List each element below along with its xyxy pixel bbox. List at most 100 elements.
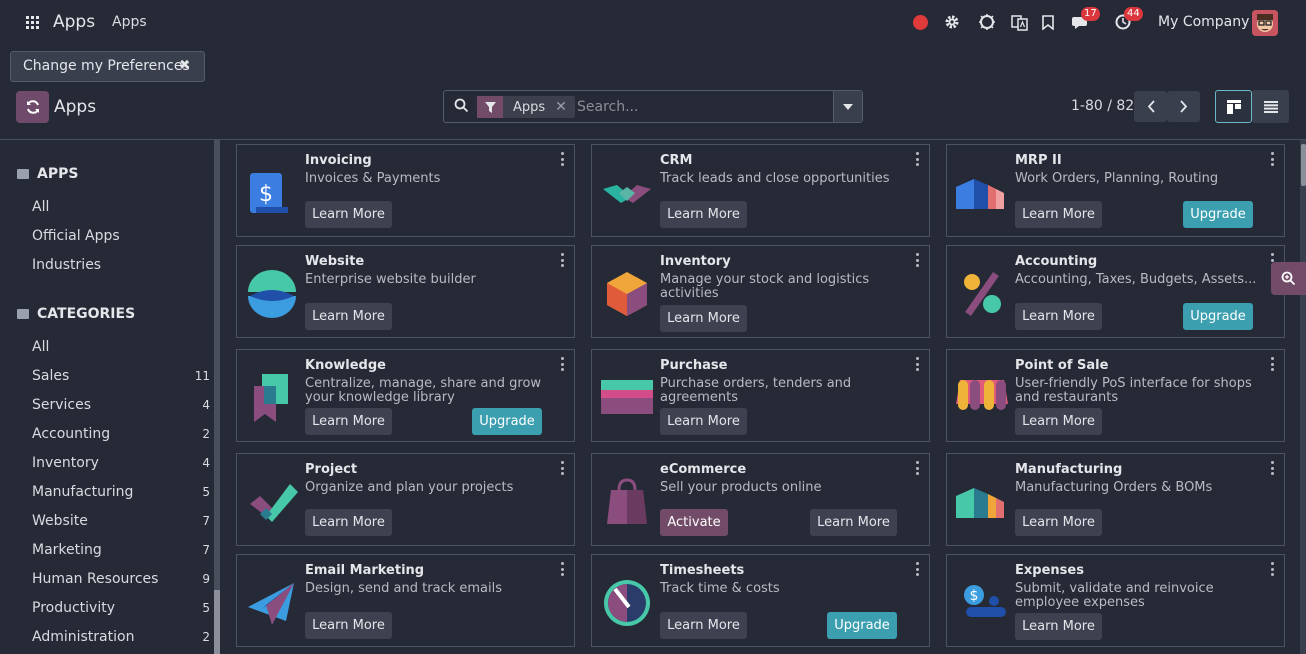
sidebar-item-sales[interactable]: Sales 11 xyxy=(32,368,210,384)
card-menu-icon[interactable] xyxy=(561,461,565,475)
user-avatar[interactable] xyxy=(1252,10,1278,36)
close-icon[interactable]: ✖ xyxy=(179,58,190,73)
learn-more-button[interactable]: Learn More xyxy=(305,408,392,435)
sidebar-item-category-all[interactable]: All xyxy=(32,339,210,355)
main-scrollbar[interactable] xyxy=(1300,140,1306,654)
learn-more-button[interactable]: Learn More xyxy=(305,509,392,536)
app-card-timesheets[interactable]: Timesheets Track time & costs Learn More… xyxy=(591,554,930,647)
sidebar-item-all-apps[interactable]: All xyxy=(32,199,210,215)
card-menu-icon[interactable] xyxy=(1271,562,1275,576)
card-menu-icon[interactable] xyxy=(561,562,565,576)
website-icon xyxy=(248,270,296,318)
chat-icon[interactable]: 17 xyxy=(1070,7,1100,33)
menu-apps[interactable]: Apps xyxy=(112,14,147,30)
sidebar-item-official-apps[interactable]: Official Apps xyxy=(32,228,210,244)
learn-more-button[interactable]: Learn More xyxy=(1015,201,1102,228)
card-menu-icon[interactable] xyxy=(916,357,920,371)
sidebar-item-label: Inventory xyxy=(32,455,99,471)
card-menu-icon[interactable] xyxy=(916,253,920,267)
upgrade-button[interactable]: Upgrade xyxy=(1183,201,1253,228)
language-icon[interactable] xyxy=(1009,11,1029,33)
app-menu-grid-icon[interactable] xyxy=(26,16,39,29)
app-card-project[interactable]: Project Organize and plan your projects … xyxy=(236,453,575,546)
app-card-expenses[interactable]: $ Expenses Submit, validate and reinvoic… xyxy=(946,554,1285,647)
search-icon[interactable] xyxy=(454,98,469,117)
kanban-view-button[interactable] xyxy=(1215,90,1252,123)
main-scrollbar-thumb[interactable] xyxy=(1301,144,1306,186)
app-card-website[interactable]: Website Enterprise website builder Learn… xyxy=(236,245,575,338)
learn-more-button[interactable]: Learn More xyxy=(810,509,897,536)
card-menu-icon[interactable] xyxy=(916,152,920,166)
navbar-brand[interactable]: Apps xyxy=(53,12,95,32)
app-description: Centralize, manage, share and grow your … xyxy=(305,376,542,405)
learn-more-button[interactable]: Learn More xyxy=(1015,613,1102,640)
app-card-point-of-sale[interactable]: Point of Sale User-friendly PoS interfac… xyxy=(946,349,1285,442)
pager-previous-button[interactable] xyxy=(1134,91,1167,122)
debug-icon[interactable] xyxy=(977,11,997,33)
learn-more-button[interactable]: Learn More xyxy=(305,303,392,330)
record-icon[interactable] xyxy=(913,15,928,30)
app-card-purchase[interactable]: Purchase Purchase orders, tenders and ag… xyxy=(591,349,930,442)
sidebar-item-manufacturing[interactable]: Manufacturing 5 xyxy=(32,484,210,500)
learn-more-button[interactable]: Learn More xyxy=(660,408,747,435)
app-card-accounting[interactable]: Accounting Accounting, Taxes, Budgets, A… xyxy=(946,245,1285,338)
sidebar-item-industries[interactable]: Industries xyxy=(32,257,210,273)
upgrade-button[interactable]: Upgrade xyxy=(472,408,542,435)
app-card-ecommerce[interactable]: eCommerce Sell your products online Acti… xyxy=(591,453,930,546)
app-description: Enterprise website builder xyxy=(305,272,476,287)
company-switcher[interactable]: My Company xyxy=(1158,14,1249,30)
list-view-button[interactable] xyxy=(1252,90,1289,123)
learn-more-button[interactable]: Learn More xyxy=(660,201,747,228)
app-card-inventory[interactable]: Inventory Manage your stock and logistic… xyxy=(591,245,930,338)
search-input[interactable]: Search... xyxy=(577,99,638,115)
upgrade-button[interactable]: Upgrade xyxy=(827,612,897,639)
sidebar-item-inventory[interactable]: Inventory 4 xyxy=(32,455,210,471)
change-preferences-button[interactable]: Change my Preferences ✖ xyxy=(10,51,205,82)
facet-remove-icon[interactable]: ✕ xyxy=(555,99,575,115)
card-menu-icon[interactable] xyxy=(916,562,920,576)
learn-more-button[interactable]: Learn More xyxy=(1015,408,1102,435)
pager-value[interactable]: 1-80 / 82 xyxy=(1071,98,1134,114)
card-menu-icon[interactable] xyxy=(1271,357,1275,371)
card-menu-icon[interactable] xyxy=(561,152,565,166)
sidebar-item-marketing[interactable]: Marketing 7 xyxy=(32,542,210,558)
learn-more-button[interactable]: Learn More xyxy=(660,305,747,332)
sidebar-item-accounting[interactable]: Accounting 2 xyxy=(32,426,210,442)
app-card-manufacturing[interactable]: Manufacturing Manufacturing Orders & BOM… xyxy=(946,453,1285,546)
search-options-toggle[interactable] xyxy=(833,91,862,122)
sidebar-item-website[interactable]: Website 7 xyxy=(32,513,210,529)
bookmark-icon[interactable] xyxy=(1039,11,1057,33)
pager-next-button[interactable] xyxy=(1167,91,1200,122)
sidebar-item-label: Administration xyxy=(32,629,135,645)
card-menu-icon[interactable] xyxy=(1271,461,1275,475)
zoom-search-icon[interactable] xyxy=(1271,262,1306,295)
sidebar-item-label: Industries xyxy=(32,257,102,273)
sidebar-item-human-resources[interactable]: Human Resources 9 xyxy=(32,571,210,587)
card-menu-icon[interactable] xyxy=(1271,152,1275,166)
card-menu-icon[interactable] xyxy=(561,357,565,371)
app-card-crm[interactable]: CRM Track leads and close opportunities … xyxy=(591,144,930,237)
card-menu-icon[interactable] xyxy=(916,461,920,475)
sidebar-item-administration[interactable]: Administration 2 xyxy=(32,629,210,645)
app-card-knowledge[interactable]: Knowledge Centralize, manage, share and … xyxy=(236,349,575,442)
sidebar-item-label: All xyxy=(32,199,50,215)
svg-text:$: $ xyxy=(970,588,979,604)
sidebar-item-services[interactable]: Services 4 xyxy=(32,397,210,413)
card-menu-icon[interactable] xyxy=(561,253,565,267)
learn-more-button[interactable]: Learn More xyxy=(305,612,392,639)
learn-more-button[interactable]: Learn More xyxy=(1015,303,1102,330)
app-card-invoicing[interactable]: $ Invoicing Invoices & Payments Learn Mo… xyxy=(236,144,575,237)
learn-more-button[interactable]: Learn More xyxy=(1015,509,1102,536)
app-card-email-marketing[interactable]: Email Marketing Design, send and track e… xyxy=(236,554,575,647)
sidebar-item-productivity[interactable]: Productivity 5 xyxy=(32,600,210,616)
learn-more-button[interactable]: Learn More xyxy=(305,201,392,228)
app-name: MRP II xyxy=(1015,153,1062,168)
activity-icon[interactable]: 44 xyxy=(1113,7,1143,33)
upgrade-button[interactable]: Upgrade xyxy=(1183,303,1253,330)
app-card-mrp-ii[interactable]: MRP II Work Orders, Planning, Routing Le… xyxy=(946,144,1285,237)
refresh-icon[interactable] xyxy=(16,91,49,123)
app-description: Manage your stock and logistics activiti… xyxy=(660,272,870,301)
learn-more-button[interactable]: Learn More xyxy=(660,612,747,639)
activate-button[interactable]: Activate xyxy=(660,509,728,536)
settings-icon[interactable] xyxy=(942,11,962,33)
